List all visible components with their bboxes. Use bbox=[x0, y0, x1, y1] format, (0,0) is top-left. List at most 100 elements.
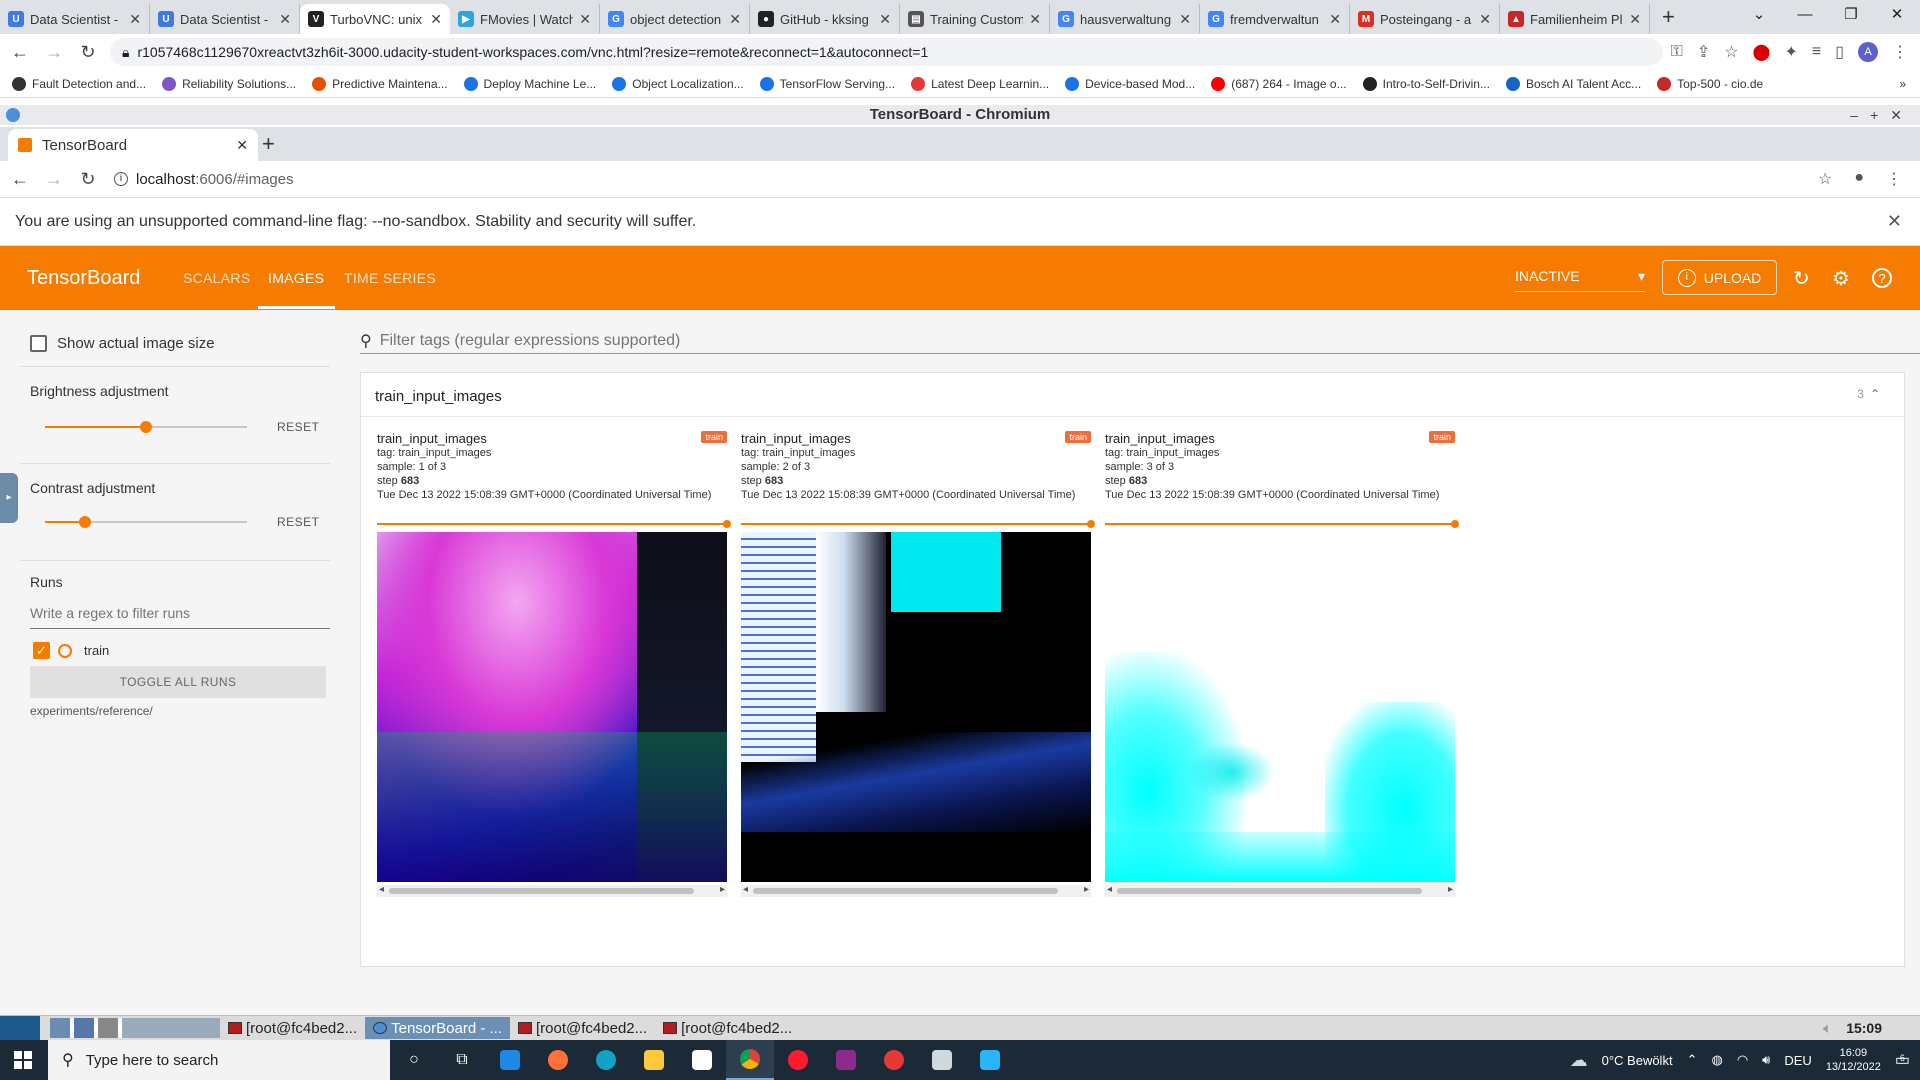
brightness-reset-button[interactable]: RESET bbox=[277, 420, 320, 434]
close-window-button[interactable]: ✕ bbox=[1874, 0, 1920, 30]
nav-images[interactable]: IMAGES bbox=[268, 270, 324, 286]
bookmarks-overflow-icon[interactable]: » bbox=[1899, 77, 1920, 91]
browser-tab[interactable]: U Data Scientist - ✕ bbox=[150, 4, 300, 34]
firefox-app-icon[interactable] bbox=[534, 1040, 582, 1080]
close-tab-icon[interactable]: ✕ bbox=[1329, 11, 1341, 28]
language-indicator[interactable]: DEU bbox=[1784, 1053, 1811, 1068]
maximize-button[interactable]: ❐ bbox=[1828, 0, 1874, 30]
tab-search-icon[interactable]: ⌄ bbox=[1736, 0, 1782, 30]
step-slider[interactable] bbox=[377, 523, 727, 525]
explorer-app-icon[interactable] bbox=[630, 1040, 678, 1080]
inner-profile-icon[interactable]: ● bbox=[1854, 169, 1864, 189]
close-tab-icon[interactable]: ✕ bbox=[129, 11, 141, 28]
contrast-slider-knob[interactable] bbox=[79, 516, 92, 528]
upload-button[interactable]: i UPLOAD bbox=[1662, 260, 1777, 295]
browser-tab[interactable]: V TurboVNC: unix ✕ bbox=[300, 4, 450, 34]
close-warning-icon[interactable]: ✕ bbox=[1887, 211, 1902, 232]
inner-address-bar[interactable]: i localhost:6006/#images bbox=[114, 171, 294, 188]
tab-tensorboard[interactable]: TensorBoard ✕ bbox=[8, 129, 258, 161]
mail-app-icon[interactable] bbox=[486, 1040, 534, 1080]
address-bar[interactable]: 🔒︎ r1057468c1129670xreactvt3zh6it-3000.u… bbox=[110, 38, 1663, 66]
minimize-button[interactable]: — bbox=[1782, 0, 1828, 30]
profile-avatar[interactable]: A bbox=[1858, 42, 1878, 62]
weather-icon[interactable]: ☁ bbox=[1570, 1050, 1588, 1071]
key-icon[interactable]: ⚿ bbox=[1671, 43, 1683, 61]
browser-tab[interactable]: ▲ Familienheim Pl ✕ bbox=[1500, 4, 1650, 34]
volume-icon[interactable]: 🔈︎ bbox=[1823, 1020, 1832, 1037]
task-view-icon[interactable]: ⧉ bbox=[438, 1040, 486, 1080]
winrar-app-icon[interactable] bbox=[822, 1040, 870, 1080]
vnc-task-terminal-2[interactable]: [root@fc4bed2... bbox=[510, 1017, 655, 1039]
tray-chevron-icon[interactable]: ⌃ bbox=[1687, 1052, 1698, 1068]
cortana-icon[interactable]: ○ bbox=[390, 1040, 438, 1080]
notification-app-icon[interactable] bbox=[870, 1040, 918, 1080]
show-actual-size-checkbox[interactable] bbox=[30, 335, 47, 352]
contrast-slider[interactable] bbox=[45, 516, 247, 528]
side-panel-icon[interactable]: ▯ bbox=[1835, 42, 1844, 62]
inner-bookmark-star-icon[interactable]: ☆ bbox=[1818, 169, 1832, 189]
vnc-window-controls[interactable]: –+✕ bbox=[1850, 105, 1914, 125]
back-icon[interactable]: ← bbox=[6, 42, 34, 63]
inner-back-icon[interactable]: ← bbox=[6, 169, 34, 190]
bookmark-item[interactable]: Reliability Solutions... bbox=[162, 76, 296, 91]
scroll-thumb[interactable] bbox=[389, 888, 694, 894]
bookmark-item[interactable]: Intro-to-Self-Drivin... bbox=[1362, 76, 1490, 91]
windows-start-icon[interactable] bbox=[14, 1051, 32, 1069]
bookmark-item[interactable]: Fault Detection and... bbox=[12, 76, 146, 91]
share-icon[interactable]: ⇪ bbox=[1697, 42, 1710, 62]
step-slider-knob[interactable] bbox=[723, 520, 731, 528]
image-hscroll[interactable]: ◂ ▸ bbox=[377, 884, 727, 897]
vnc-task-tensorboard[interactable]: TensorBoard - ... bbox=[365, 1017, 511, 1039]
inner-reload-icon[interactable]: ↻ bbox=[74, 169, 102, 190]
collapse-chevron-icon[interactable]: ⌃ bbox=[1870, 387, 1880, 401]
inactive-dashboards-select[interactable]: INACTIVE ▾ bbox=[1515, 268, 1645, 292]
vnc-task-terminal-3[interactable]: [root@fc4bed2... bbox=[655, 1017, 800, 1039]
step-slider[interactable] bbox=[741, 523, 1091, 525]
group-header[interactable]: train_input_images 3 ⌃ bbox=[361, 373, 1904, 417]
scroll-left-icon[interactable]: ◂ bbox=[379, 884, 384, 895]
close-tab-icon[interactable]: ✕ bbox=[279, 11, 291, 28]
photos-app-icon[interactable] bbox=[966, 1040, 1014, 1080]
vnc-start-icon[interactable] bbox=[0, 1015, 40, 1041]
run-train-checkbox[interactable]: ✓ bbox=[33, 642, 50, 659]
inner-menu-icon[interactable]: ⋮ bbox=[1886, 169, 1902, 189]
bookmark-item[interactable]: (687) 264 - Image o... bbox=[1211, 76, 1347, 91]
close-tab-icon[interactable]: ✕ bbox=[879, 11, 891, 28]
bookmark-item[interactable]: Object Localization... bbox=[612, 76, 744, 91]
windows-search-box[interactable]: ⚲ Type here to search bbox=[48, 1040, 390, 1080]
bookmark-item[interactable]: Top-500 - cio.de bbox=[1657, 76, 1763, 91]
speaker-icon[interactable]: 🔊︎ bbox=[1762, 1052, 1770, 1068]
scroll-thumb[interactable] bbox=[753, 888, 1058, 894]
reading-list-icon[interactable]: ≡ bbox=[1812, 43, 1821, 61]
step-slider[interactable] bbox=[1105, 523, 1455, 525]
new-tab-button[interactable]: + bbox=[1650, 4, 1687, 34]
brightness-slider-knob[interactable] bbox=[140, 421, 152, 433]
image-hscroll[interactable]: ◂ ▸ bbox=[741, 884, 1091, 897]
bookmark-item[interactable]: Device-based Mod... bbox=[1065, 76, 1195, 91]
opera-app-icon[interactable] bbox=[774, 1040, 822, 1080]
browser-tab[interactable]: U Data Scientist - ✕ bbox=[0, 4, 150, 34]
bookmark-item[interactable]: Latest Deep Learnin... bbox=[911, 76, 1049, 91]
scroll-left-icon[interactable]: ◂ bbox=[1107, 884, 1112, 895]
close-tab-icon[interactable]: ✕ bbox=[1029, 11, 1041, 28]
vnc-task-terminal-1[interactable]: [root@fc4bed2... bbox=[220, 1017, 365, 1039]
tag-filter-input[interactable]: ⚲ Filter tags (regular expressions suppo… bbox=[360, 328, 1920, 354]
edge-app-icon[interactable] bbox=[582, 1040, 630, 1080]
step-slider-knob[interactable] bbox=[1451, 520, 1459, 528]
browser-tab[interactable]: ▤ Training Custom ✕ bbox=[900, 4, 1050, 34]
nav-scalars[interactable]: SCALARS bbox=[183, 270, 250, 286]
browser-tab[interactable]: Ghausverwaltung ✕ bbox=[1050, 4, 1200, 34]
forward-icon[interactable]: → bbox=[40, 42, 68, 63]
browser-tab[interactable]: Gobject detection ✕ bbox=[600, 4, 750, 34]
notes-app-icon[interactable] bbox=[918, 1040, 966, 1080]
reload-icon[interactable]: ↻ bbox=[74, 42, 102, 63]
refresh-icon[interactable]: ↻ bbox=[1793, 266, 1810, 291]
close-tab-icon[interactable]: ✕ bbox=[1479, 11, 1491, 28]
network-icon[interactable]: ◍ bbox=[1711, 1052, 1722, 1068]
bookmark-item[interactable]: Predictive Maintena... bbox=[312, 76, 448, 91]
menu-icon[interactable]: ⋮ bbox=[1892, 42, 1908, 62]
close-tab-icon[interactable]: ✕ bbox=[729, 11, 741, 28]
vnc-sidebar-handle[interactable]: ▸ bbox=[0, 473, 18, 523]
weather-text[interactable]: 0°C Bewölkt bbox=[1602, 1053, 1673, 1068]
tensorboard-brand[interactable]: TensorBoard bbox=[27, 267, 140, 290]
